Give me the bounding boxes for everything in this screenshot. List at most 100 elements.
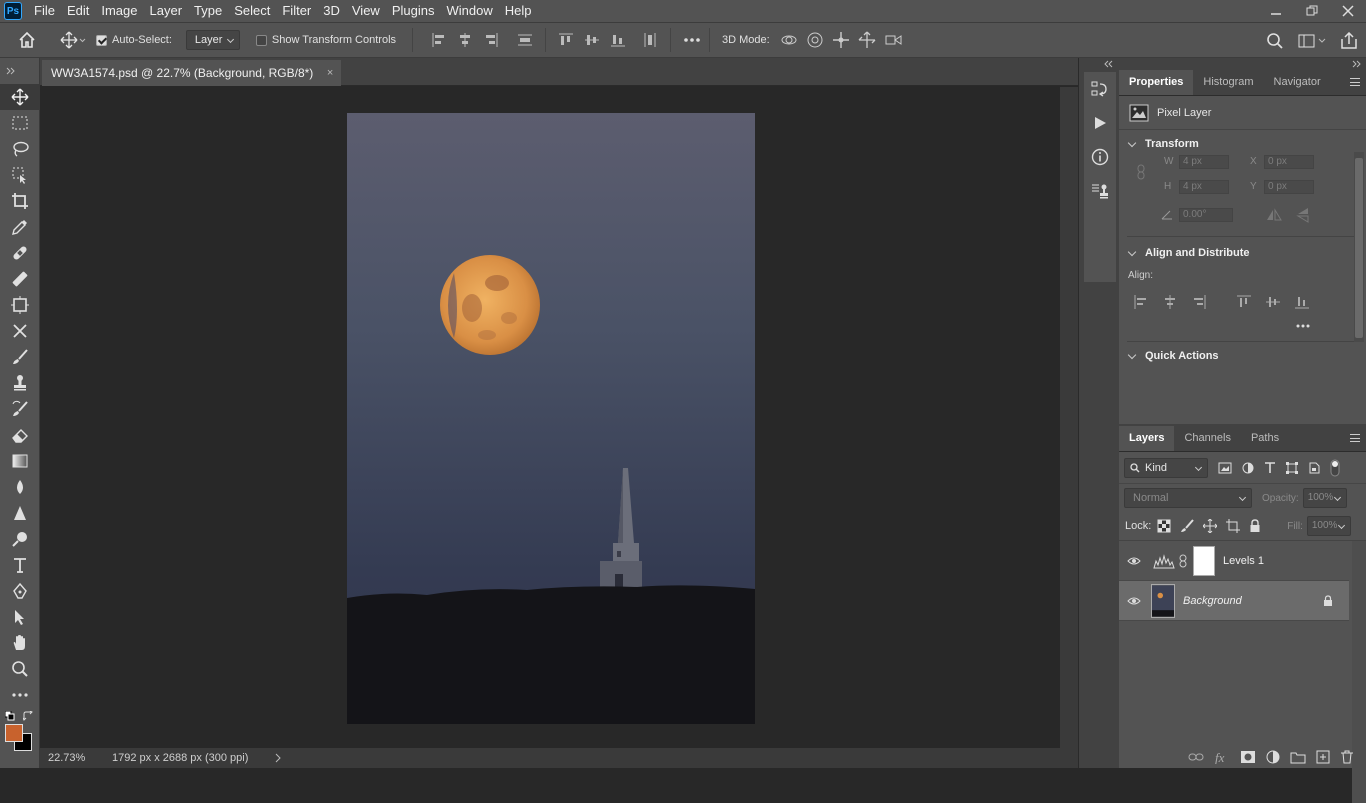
- angle-field[interactable]: 0.00°: [1179, 208, 1233, 222]
- layers-panel-menu-icon[interactable]: [1350, 434, 1360, 442]
- flip-vertical-icon[interactable]: [1296, 207, 1310, 223]
- document-image[interactable]: [347, 113, 755, 724]
- width-field[interactable]: 4 px: [1179, 155, 1229, 169]
- layer-filter-dropdown[interactable]: Kind: [1124, 457, 1208, 478]
- actions-panel-button[interactable]: [1084, 106, 1116, 140]
- search-icon[interactable]: [1266, 32, 1284, 50]
- menu-type[interactable]: Type: [188, 0, 228, 22]
- layer-visibility-toggle[interactable]: [1119, 596, 1149, 606]
- filter-shape-icon[interactable]: [1286, 461, 1298, 474]
- layer-effects-icon[interactable]: fx: [1214, 750, 1230, 764]
- link-dimensions-icon[interactable]: [1136, 164, 1146, 180]
- align-vertical-centers-icon[interactable]: [1265, 294, 1281, 310]
- info-panel-button[interactable]: [1084, 140, 1116, 174]
- link-layers-icon[interactable]: [1188, 751, 1204, 763]
- sharpen-tool[interactable]: [0, 500, 40, 526]
- auto-select-target-dropdown[interactable]: Layer: [185, 30, 240, 50]
- lock-transparent-pixels-icon[interactable]: [1157, 519, 1171, 533]
- layer-mask-thumbnail[interactable]: [1193, 545, 1215, 576]
- align-top-icon[interactable]: [558, 32, 574, 48]
- align-left-edges-icon[interactable]: [1133, 294, 1149, 310]
- auto-select-checkbox[interactable]: [96, 34, 107, 46]
- menu-plugins[interactable]: Plugins: [386, 0, 441, 22]
- healing-brush-tool[interactable]: [0, 240, 40, 266]
- show-transform-toggle[interactable]: Show Transform Controls: [255, 34, 396, 46]
- new-adjustment-layer-icon[interactable]: [1266, 750, 1280, 764]
- clone-source-panel-button[interactable]: [1084, 174, 1116, 208]
- tab-properties[interactable]: Properties: [1119, 70, 1194, 95]
- clone-stamp-tool[interactable]: [0, 370, 40, 396]
- brush-tool[interactable]: [0, 344, 40, 370]
- align-horizontal-centers-icon[interactable]: [1162, 294, 1178, 310]
- toolbar-collapse-icon[interactable]: [0, 58, 39, 84]
- status-menu-arrow-icon[interactable]: [274, 753, 282, 763]
- document-tab[interactable]: WW3A1574.psd @ 22.7% (Background, RGB/8*…: [42, 60, 342, 86]
- tab-layers[interactable]: Layers: [1119, 426, 1175, 451]
- 3d-orbit-icon[interactable]: [780, 31, 798, 49]
- menu-filter[interactable]: Filter: [276, 0, 317, 22]
- lasso-tool[interactable]: [0, 136, 40, 162]
- distribute-horizontal-icon[interactable]: [642, 32, 658, 48]
- layer-row-levels[interactable]: Levels 1: [1119, 541, 1349, 581]
- 3d-roll-icon[interactable]: [806, 31, 824, 49]
- lock-all-icon[interactable]: [1249, 519, 1261, 533]
- lock-position-icon[interactable]: [1203, 519, 1218, 533]
- eyedropper-tool[interactable]: [0, 214, 40, 240]
- menu-file[interactable]: File: [28, 0, 61, 22]
- lock-image-pixels-icon[interactable]: [1180, 519, 1195, 533]
- menu-layer[interactable]: Layer: [144, 0, 189, 22]
- brush-tool-alt[interactable]: [0, 266, 40, 292]
- tab-navigator[interactable]: Navigator: [1264, 70, 1331, 95]
- object-selection-tool[interactable]: [0, 162, 40, 188]
- filter-toggle-icon[interactable]: [1330, 459, 1340, 477]
- filter-type-icon[interactable]: [1264, 461, 1276, 474]
- type-tool[interactable]: [0, 552, 40, 578]
- zoom-level[interactable]: 22.73%: [40, 752, 90, 764]
- new-group-icon[interactable]: [1290, 750, 1306, 764]
- add-mask-icon[interactable]: [1240, 750, 1256, 764]
- filter-smart-object-icon[interactable]: [1308, 462, 1320, 474]
- layer-name[interactable]: Levels 1: [1223, 555, 1264, 567]
- zoom-tool[interactable]: [0, 656, 40, 682]
- filter-adjustment-icon[interactable]: [1242, 462, 1254, 474]
- filter-pixel-icon[interactable]: [1218, 462, 1232, 474]
- flip-horizontal-icon[interactable]: [1266, 208, 1282, 222]
- content-aware-tool[interactable]: [0, 292, 40, 318]
- align-bottom-edges-icon[interactable]: [1294, 294, 1310, 310]
- path-selection-tool[interactable]: [0, 604, 40, 630]
- marquee-tool[interactable]: [0, 110, 40, 136]
- 3d-pan-icon[interactable]: [832, 31, 850, 49]
- lock-artboard-icon[interactable]: [1226, 519, 1241, 533]
- align-bottom-icon[interactable]: [610, 32, 626, 48]
- align-vertical-center-icon[interactable]: [584, 32, 600, 48]
- dodge-tool[interactable]: [0, 526, 40, 552]
- eraser-tool[interactable]: [0, 422, 40, 448]
- blur-tool[interactable]: [0, 474, 40, 500]
- default-colors-icon[interactable]: [5, 711, 15, 721]
- height-field[interactable]: 4 px: [1179, 180, 1229, 194]
- more-align-options-icon[interactable]: [1295, 323, 1311, 329]
- vertical-scrollbar[interactable]: [1060, 87, 1078, 748]
- more-options-icon[interactable]: [683, 37, 701, 43]
- close-window-button[interactable]: [1330, 0, 1366, 22]
- menu-select[interactable]: Select: [228, 0, 276, 22]
- layer-visibility-toggle[interactable]: [1119, 556, 1149, 566]
- crop-tool[interactable]: [0, 188, 40, 214]
- align-top-edges-icon[interactable]: [1236, 294, 1252, 310]
- restore-button[interactable]: [1294, 0, 1330, 22]
- blend-mode-dropdown[interactable]: Normal: [1124, 488, 1252, 508]
- history-panel-button[interactable]: [1084, 72, 1116, 106]
- y-field[interactable]: 0 px: [1264, 180, 1314, 194]
- menu-image[interactable]: Image: [95, 0, 143, 22]
- layer-thumbnail[interactable]: [1151, 583, 1175, 618]
- distribute-vertical-icon[interactable]: [517, 32, 533, 48]
- align-right-icon[interactable]: [483, 32, 499, 48]
- menu-3d[interactable]: 3D: [317, 0, 346, 22]
- pen-tool[interactable]: [0, 578, 40, 604]
- home-icon[interactable]: [0, 22, 54, 58]
- x-field[interactable]: 0 px: [1264, 155, 1314, 169]
- properties-panel-menu-icon[interactable]: [1350, 78, 1360, 86]
- properties-scrollbar[interactable]: [1354, 152, 1364, 342]
- align-left-icon[interactable]: [431, 32, 447, 48]
- tab-channels[interactable]: Channels: [1174, 426, 1240, 451]
